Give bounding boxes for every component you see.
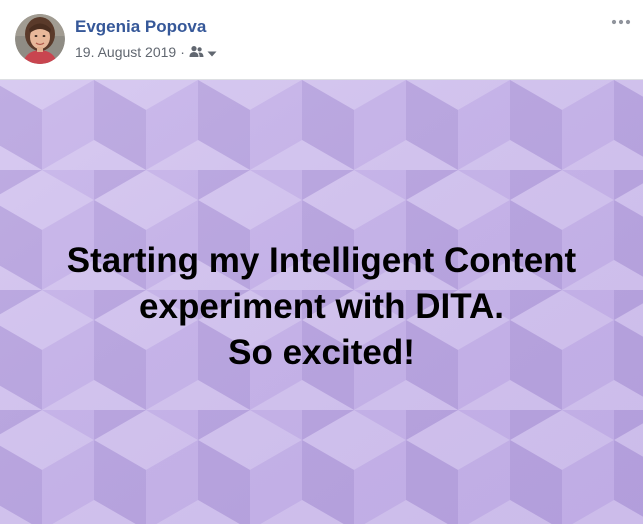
post-options-button[interactable]: [609, 12, 633, 30]
avatar-photo: [15, 14, 65, 64]
post-text: Starting my Intelligent Content experime…: [0, 238, 643, 376]
post-image[interactable]: Starting my Intelligent Content experime…: [0, 80, 643, 524]
post-card: Evgenia Popova 19. August 2019 · Startin…: [0, 0, 643, 524]
post-text-line: experiment with DITA.: [139, 287, 504, 326]
post-header: Evgenia Popova 19. August 2019 ·: [0, 0, 643, 80]
author-name[interactable]: Evgenia Popova: [75, 17, 206, 37]
chevron-down-icon: [207, 45, 217, 61]
avatar[interactable]: [15, 14, 65, 64]
ellipsis-icon: [611, 12, 631, 30]
post-text-line: So excited!: [228, 333, 415, 372]
audience-selector[interactable]: [189, 45, 217, 61]
post-date[interactable]: 19. August 2019: [75, 44, 176, 60]
post-text-line: Starting my Intelligent Content: [66, 241, 577, 280]
friends-icon: [189, 45, 204, 61]
post-meta: 19. August 2019 ·: [75, 43, 217, 61]
meta-separator: ·: [180, 44, 185, 60]
